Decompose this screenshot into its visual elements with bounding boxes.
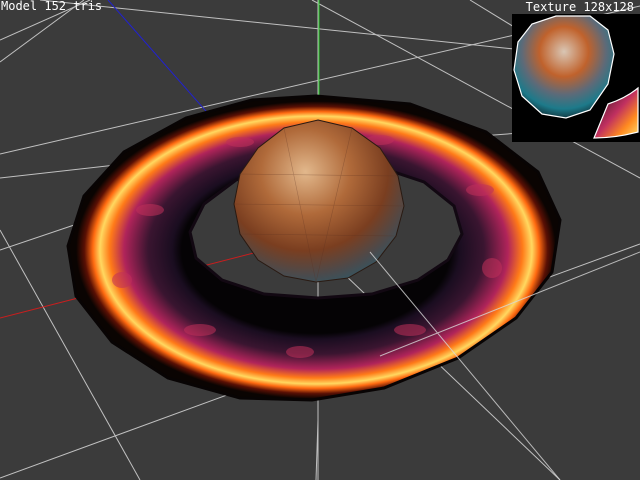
model-triangle-count-label: Model 152 tris: [1, 0, 103, 13]
texture-atlas-icon: [512, 14, 640, 142]
3d-viewport[interactable]: Model 152 tris Texture 128x128: [0, 0, 640, 480]
texture-preview-panel: [512, 14, 640, 142]
texture-size-label: Texture 128x128: [525, 0, 634, 14]
